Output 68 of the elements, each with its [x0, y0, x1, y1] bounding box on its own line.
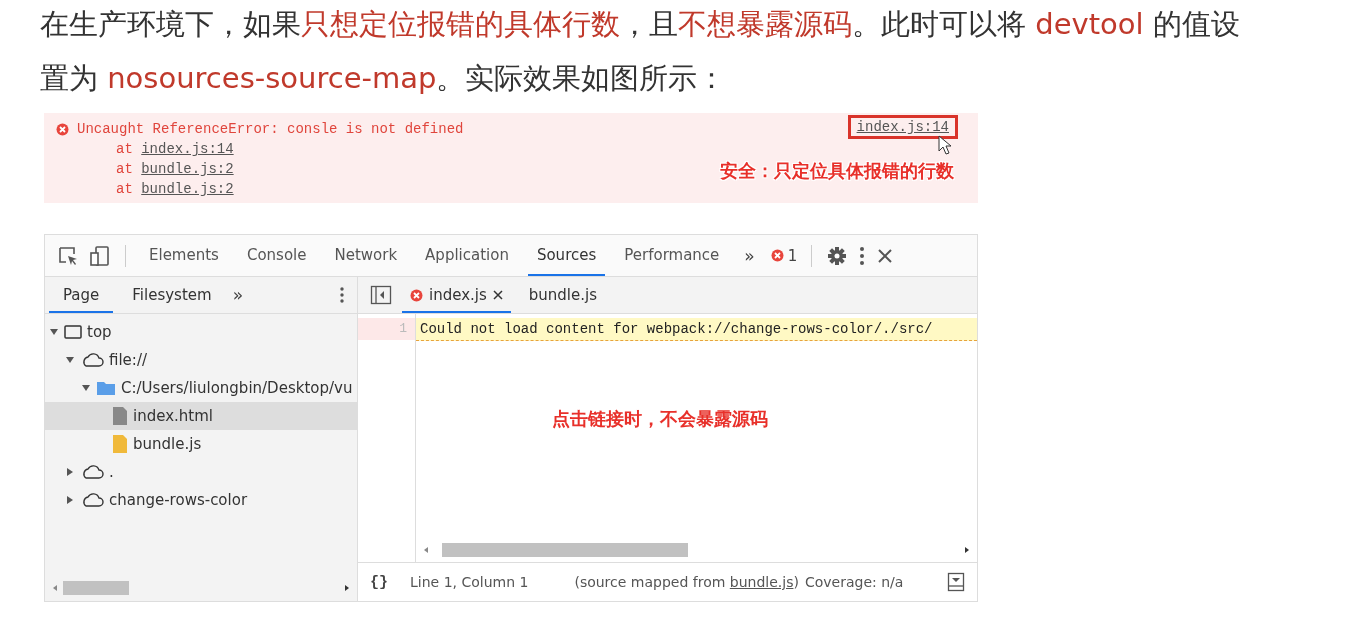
scroll-left-icon: [51, 584, 59, 592]
stack-trace-line: at bundle.js:2: [116, 160, 234, 179]
file-tab[interactable]: index.js: [402, 277, 511, 313]
panel-tab[interactable]: Application: [416, 235, 518, 276]
scroll-right-icon: [343, 584, 351, 592]
pretty-print-button[interactable]: {}: [370, 573, 388, 591]
cloud-icon: [80, 464, 104, 480]
stack-trace-line: at bundle.js:2: [116, 180, 234, 199]
tree-item[interactable]: bundle.js: [45, 430, 357, 458]
cursor-position: Line 1, Column 1: [410, 574, 529, 590]
settings-icon: [826, 244, 849, 267]
source-link[interactable]: index.js:14: [847, 115, 958, 139]
source-link[interactable]: index.js:14: [141, 141, 234, 157]
annotation-text: 点击链接时，不会暴露源码: [552, 407, 768, 431]
tree-item[interactable]: .: [45, 458, 357, 486]
tree-item[interactable]: change-rows-color: [45, 486, 357, 514]
source-link[interactable]: bundle.js:2: [141, 181, 234, 197]
source-link[interactable]: bundle.js:2: [141, 161, 234, 177]
source-map-info: (source mapped from bundle.js): [574, 574, 799, 590]
more-options-icon: [858, 244, 867, 267]
annotation-text: 安全：只定位具体报错的行数: [720, 159, 954, 183]
file-icon: [112, 406, 128, 426]
close-icon: [876, 246, 895, 265]
inspect-element-icon: [57, 244, 79, 267]
panel-tab[interactable]: Console: [237, 235, 316, 276]
script-file-icon: [112, 434, 128, 454]
more-options-icon: [339, 286, 345, 304]
more-tabs-button[interactable]: »: [738, 245, 761, 266]
error-message: Uncaught ReferenceError: consle is not defined: [77, 120, 464, 139]
expanded-arrow-icon: [81, 383, 91, 393]
cursor-icon: [938, 135, 952, 155]
tree-item[interactable]: top: [45, 318, 357, 346]
cloud-icon: [80, 352, 104, 368]
tree-item[interactable]: file://: [45, 346, 357, 374]
device-toolbar-icon: [89, 244, 111, 267]
collapsed-arrow-icon: [65, 467, 75, 477]
expanded-arrow-icon: [49, 327, 59, 337]
frame-icon: [64, 324, 82, 340]
tree-item[interactable]: C:/Users/liulongbin/Desktop/vu: [45, 374, 357, 402]
panel-tab[interactable]: Sources: [527, 235, 606, 276]
scroll-left-icon: [422, 546, 430, 554]
error-count: 1: [787, 246, 798, 265]
expanded-arrow-icon: [65, 355, 75, 365]
panel-tab[interactable]: Network: [325, 235, 407, 276]
drawer-toggle-icon: [947, 572, 965, 592]
stack-trace-line: at index.js:14: [116, 140, 234, 159]
toggle-navigator-icon: [370, 285, 392, 305]
error-message: Could not load content for webpack://change-rows-color/./src/: [416, 318, 977, 341]
cloud-icon: [80, 492, 104, 508]
panel-tab[interactable]: Performance: [615, 235, 729, 276]
more-tabs-button[interactable]: »: [226, 285, 250, 305]
close-icon: [492, 290, 503, 300]
error-icon: [410, 288, 423, 302]
navigator-tab[interactable]: Filesystem: [123, 277, 221, 313]
error-icon: [770, 249, 784, 262]
panel-tab[interactable]: Elements: [140, 235, 228, 276]
file-tab[interactable]: bundle.js: [520, 277, 605, 313]
folder-icon: [96, 380, 116, 396]
error-icon: [56, 122, 69, 136]
collapsed-arrow-icon: [65, 495, 75, 505]
scroll-right-icon: [963, 546, 971, 554]
line-number: 1: [358, 318, 415, 340]
navigator-tab[interactable]: Page: [49, 277, 114, 313]
tree-item[interactable]: index.html: [45, 402, 357, 430]
coverage-info: Coverage: n/a: [804, 574, 905, 590]
source-link[interactable]: bundle.js: [729, 574, 794, 590]
error-count-button[interactable]: 1: [770, 246, 798, 265]
intro-paragraph: 在生产环境下，如果只想定位报错的具体行数，且不想暴露源码。此时可以将 devtool 的值设置为 nosources-source-map。实际效果如图所示：: [39, 6, 1241, 97]
